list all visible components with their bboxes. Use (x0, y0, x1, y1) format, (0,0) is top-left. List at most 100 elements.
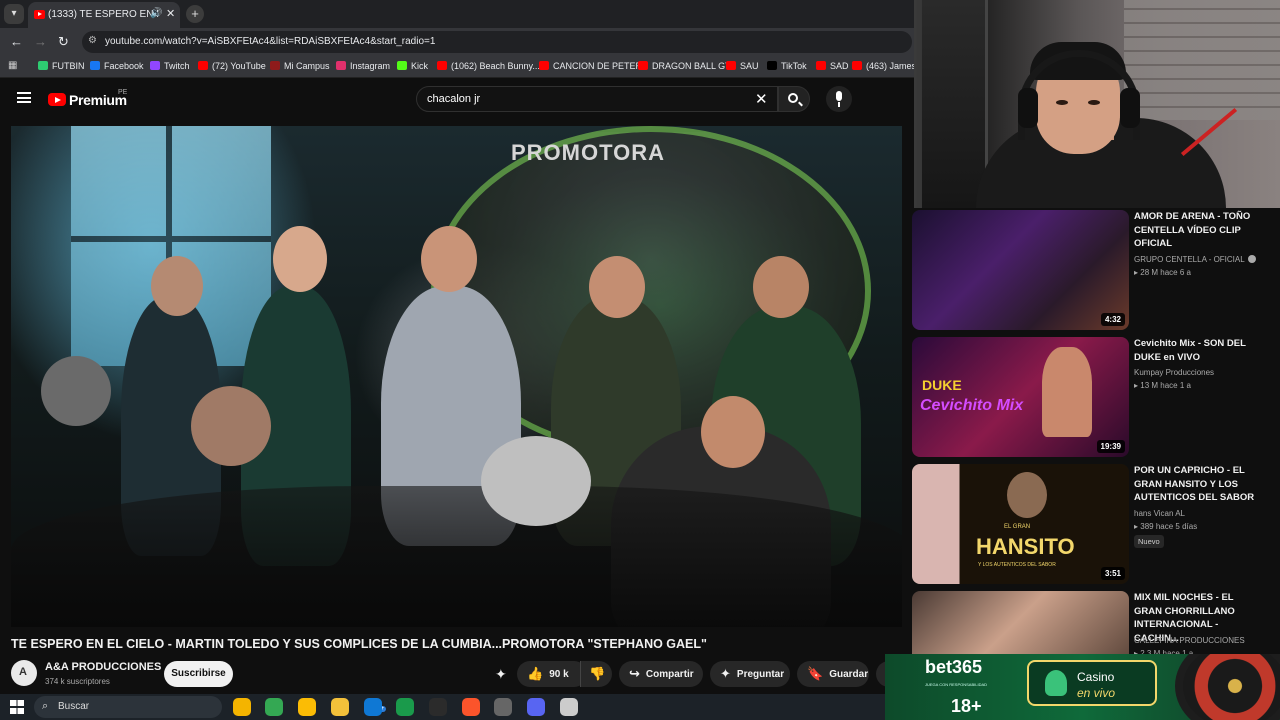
taskbar-app-icon[interactable] (462, 698, 480, 716)
save-label: Guardar (829, 669, 869, 680)
upload-age: hace 1 a (1160, 381, 1191, 390)
new-tab-button[interactable]: + (186, 5, 204, 23)
like-count: 90 k (549, 669, 569, 680)
thumb-hansito-main: HANSITO (976, 534, 1075, 559)
bookmark-item[interactable]: TikTok (767, 61, 807, 75)
recommendation-item[interactable]: 4:32 AMOR DE ARENA - TOÑO CENTELLA VÍDEO … (912, 208, 1280, 330)
voice-search-button[interactable] (826, 86, 852, 112)
tab-search-icon[interactable]: ▾ (4, 4, 24, 24)
taskbar-app-icon[interactable] (364, 698, 382, 716)
verified-check-icon (1247, 254, 1256, 263)
save-button[interactable]: 🔖 Guardar (797, 661, 869, 687)
apps-grid-icon[interactable]: ▦ (8, 60, 17, 71)
channel-name[interactable]: A&A PRODUCCIONES (45, 661, 161, 673)
country-code: PE (118, 89, 128, 96)
taskbar-app-icon[interactable] (429, 698, 447, 716)
bookmark-item[interactable]: (72) YouTube (198, 61, 266, 75)
recommendation-thumbnail[interactable]: 4:32 (912, 210, 1129, 330)
bookmark-item[interactable]: Mi Campus (270, 61, 330, 75)
menu-icon[interactable] (17, 92, 31, 103)
bookmark-label: Facebook (104, 61, 144, 71)
recommendation-channel[interactable]: hans Vican AL (1134, 509, 1185, 518)
bookmark-favicon-icon (437, 61, 447, 70)
close-tab-icon[interactable]: ✕ (166, 7, 175, 20)
share-button[interactable]: ↪ Compartir (619, 661, 703, 687)
headset-ear (1120, 88, 1140, 128)
ad-banner[interactable]: bet365 JUEGA CON RESPONSABILIDAD 18+ Cas… (885, 654, 1280, 720)
taskbar-search[interactable]: ⌕ Buscar (34, 696, 222, 718)
bookmark-item[interactable]: SAU (726, 61, 759, 75)
subscribe-button[interactable]: Suscribirse (164, 661, 233, 687)
search-button[interactable] (778, 86, 810, 112)
bookmark-label: (463) James ... (866, 61, 914, 71)
site-info-icon[interactable]: ⚙ (88, 35, 97, 46)
taskbar-app-icon[interactable] (233, 698, 251, 716)
video-duration: 19:39 (1096, 440, 1125, 453)
thumb-hansito-top: EL GRAN (1004, 524, 1031, 530)
recommendation-thumbnail[interactable]: DUKE Cevichito Mix 19:39 (912, 337, 1129, 457)
channel-subscribers: 374 k suscriptores (45, 677, 110, 686)
bookmark-favicon-icon (336, 61, 346, 70)
sparkle-icon[interactable]: ✦ (495, 666, 507, 683)
taskbar-app-icon[interactable] (560, 698, 578, 716)
bookmark-favicon-icon (270, 61, 280, 70)
windows-start-icon[interactable] (10, 700, 24, 714)
tab-active[interactable]: (1333) TE ESPERO EN EL CIELO 🔊 ✕ (28, 2, 180, 28)
like-button[interactable]: 👍 90 k (517, 661, 587, 687)
ad-cta-button[interactable]: Casino en vivo (1027, 660, 1157, 706)
reload-icon[interactable]: ↻ (58, 34, 69, 50)
video-scene-head (753, 256, 809, 318)
back-arrow-icon[interactable]: ← (10, 34, 23, 49)
browser-toolbar: ← → ↻ ⚙ youtube.com/watch?v=AiSBXFEtAc4&… (0, 28, 914, 56)
taskbar-app-icon[interactable] (527, 698, 545, 716)
youtube-logo-icon[interactable] (48, 93, 66, 106)
recommendation-item[interactable]: EL GRAN HANSITO Y LOS AUTENTICOS DEL SABOR… (912, 462, 1280, 584)
view-count: 28 M (1140, 267, 1159, 277)
bookmark-item[interactable]: Twitch (150, 61, 190, 75)
recommendation-channel[interactable]: Kumpay Producciones (1134, 368, 1214, 377)
recommendation-title[interactable]: Cevichito Mix - SON DEL DUKE en VIVO (1134, 337, 1264, 364)
bookmark-item[interactable]: SAD (816, 61, 849, 75)
bookmark-item[interactable]: (463) James ... (852, 61, 914, 75)
taskbar-app-icon[interactable] (494, 698, 512, 716)
taskbar-app-icon[interactable] (331, 698, 349, 716)
ad-fine-print: JUEGA CON RESPONSABILIDAD (925, 682, 988, 687)
recommendation-title[interactable]: POR UN CAPRICHO - EL GRAN HANSITO Y LOS … (1134, 464, 1264, 505)
ad-cta-line2: en vivo (1077, 686, 1116, 700)
video-banner-text: PROMOTORA (511, 140, 666, 165)
bookmark-item[interactable]: (1062) Beach Bunny... (437, 61, 540, 75)
browser-window: ▾ (1333) TE ESPERO EN EL CIELO 🔊 ✕ + ← →… (0, 0, 914, 694)
bookmark-item[interactable]: DRAGON BALL GT (638, 61, 731, 75)
address-bar[interactable]: ⚙ youtube.com/watch?v=AiSBXFEtAc4&list=R… (82, 31, 912, 53)
recommendation-thumbnail[interactable]: EL GRAN HANSITO Y LOS AUTENTICOS DEL SABOR… (912, 464, 1129, 584)
dislike-button[interactable]: 👎 (580, 661, 612, 687)
bookmark-item[interactable]: Kick (397, 61, 428, 75)
bookmark-item[interactable]: Instagram (336, 61, 390, 75)
video-player[interactable]: PROMOTORA (11, 126, 902, 627)
bookmark-favicon-icon (198, 61, 208, 70)
video-scene-head (701, 396, 765, 468)
video-scene-crowd (11, 486, 902, 627)
channel-avatar[interactable] (11, 660, 37, 686)
bookmark-item[interactable]: Facebook (90, 61, 144, 75)
recommendation-channel[interactable]: GRUPO CENTELLA - OFICIAL (1134, 254, 1256, 264)
bookmark-item[interactable]: FUTBIN (38, 61, 85, 75)
search-icon: ⌕ (42, 700, 49, 712)
recommendation-title[interactable]: AMOR DE ARENA - TOÑO CENTELLA VÍDEO CLIP… (1134, 210, 1264, 251)
ask-label: Preguntar (736, 669, 785, 680)
forward-arrow-icon[interactable]: → (34, 34, 47, 49)
search-input[interactable]: chacalon jr ✕ (416, 86, 778, 112)
taskbar-app-icon[interactable] (396, 698, 414, 716)
speaker-icon[interactable]: 🔊 (150, 8, 162, 19)
ask-button[interactable]: ✦ Preguntar (710, 661, 790, 687)
video-scene-head (589, 256, 645, 318)
view-count: 13 M (1140, 381, 1159, 390)
bookmark-item[interactable]: CANCION DE PETER (539, 61, 642, 75)
clear-search-icon[interactable]: ✕ (755, 90, 768, 108)
search-value: chacalon jr (427, 93, 481, 105)
taskbar-app-icon[interactable] (298, 698, 316, 716)
recommendation-channel[interactable]: CALLEFINA PRODUCCIONES (1134, 636, 1245, 645)
recommendation-item[interactable]: DUKE Cevichito Mix 19:39 Cevichito Mix - SO… (912, 335, 1280, 457)
bookmark-icon: 🔖 (807, 666, 824, 681)
taskbar-app-icon[interactable] (265, 698, 283, 716)
